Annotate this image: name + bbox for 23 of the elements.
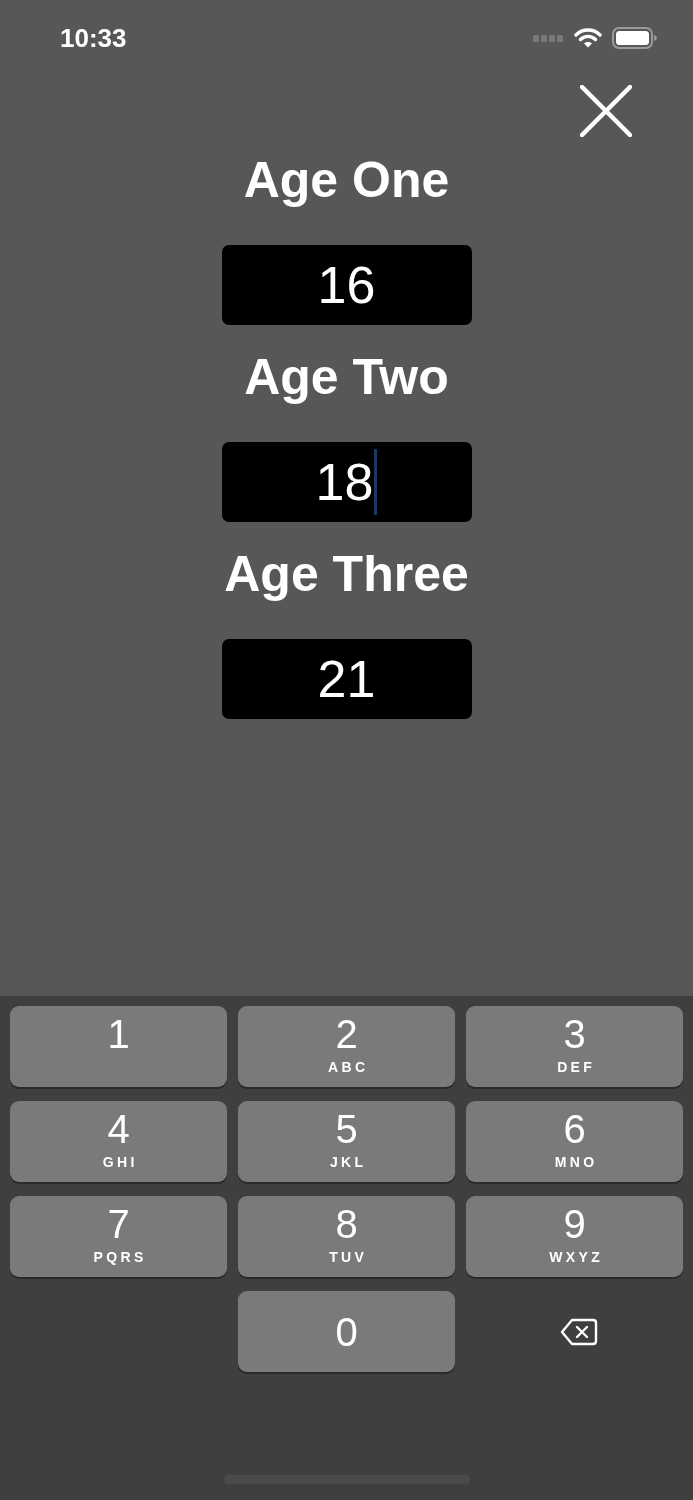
keypad-key[interactable]: 2 ABC — [238, 1006, 455, 1087]
signal-icon — [533, 34, 564, 42]
keypad-key[interactable]: 3 DEF — [466, 1006, 683, 1087]
battery-icon — [612, 27, 657, 49]
keypad-key[interactable]: 9 WXYZ — [466, 1196, 683, 1277]
keypad-key[interactable]: 0 — [238, 1291, 455, 1372]
close-button[interactable] — [580, 85, 632, 137]
age-input-field[interactable]: 16 — [221, 245, 472, 325]
backspace-icon — [559, 1317, 598, 1346]
keypad-key[interactable]: 5 JKL — [238, 1101, 455, 1182]
age-input-field[interactable]: 18 — [221, 442, 472, 522]
keypad-key[interactable]: 4 GHI — [10, 1101, 227, 1182]
close-icon — [580, 85, 632, 137]
keypad-key[interactable]: 1 — [10, 1006, 227, 1087]
keypad-key[interactable]: 8 TUV — [238, 1196, 455, 1277]
age-input-field[interactable]: 21 — [221, 639, 472, 719]
keypad-key[interactable]: 6 MNO — [466, 1101, 683, 1182]
field-label: Age Two — [244, 348, 449, 407]
field-label: Age Three — [224, 545, 469, 604]
status-time: 10:33 — [60, 25, 127, 51]
field-label: Age One — [243, 151, 450, 210]
wifi-icon — [574, 28, 602, 48]
keypad-key[interactable]: 7 PQRS — [10, 1196, 227, 1277]
